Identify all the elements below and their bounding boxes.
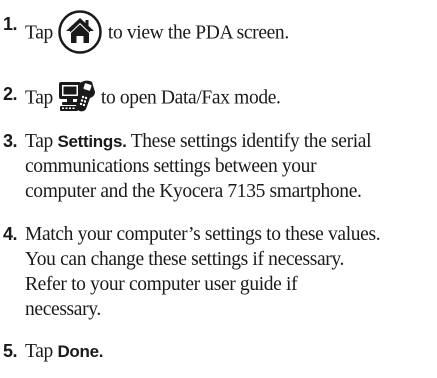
step-number: 1. [3, 14, 18, 34]
step-number: 5. [3, 341, 18, 361]
step-text: Tap to view the PDA screen. [25, 10, 435, 56]
step-line: Match your computer’s settings to these … [25, 224, 381, 245]
step-description: to open Data/Fax mode. [100, 87, 281, 109]
ui-term-settings: Settings. [57, 132, 127, 151]
step-verb: Tap [25, 131, 53, 152]
step-line: You can change these settings if necessa… [25, 249, 345, 270]
step-line: necessary. [25, 299, 101, 320]
step-verb: Tap [25, 341, 53, 362]
step-line: computer and the Kyocera 7135 smartphone… [25, 181, 362, 202]
home-icon [58, 10, 102, 54]
step-number: 2. [3, 84, 18, 104]
step-text: Match your computer’s settings to these … [25, 222, 435, 322]
step-line: communications settings between your [25, 156, 317, 177]
step-text: Tap Done. [25, 339, 435, 364]
step-number: 4. [3, 224, 18, 244]
step-text: Tap to open Data/Fax mode. [25, 80, 435, 116]
step-verb: Tap [25, 22, 53, 44]
step-description: These settings identify the serial [130, 131, 372, 152]
step-number: 3. [3, 131, 18, 151]
step-line: Refer to your computer user guide if [25, 274, 298, 295]
step-verb: Tap [25, 87, 53, 109]
data-fax-icon [58, 80, 95, 112]
ui-term-done: Done. [57, 342, 104, 361]
step-description: to view the PDA screen. [107, 22, 289, 44]
step-text: Tap Settings. These settings identify th… [25, 129, 435, 204]
step-line: Tap Settings. These settings identify th… [25, 129, 435, 154]
